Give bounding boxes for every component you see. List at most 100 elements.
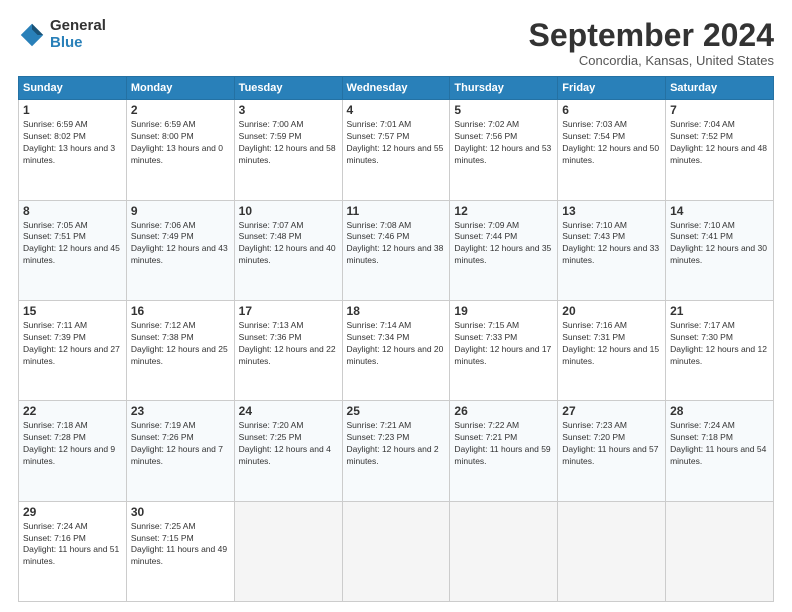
day-number: 18 — [347, 304, 446, 318]
calendar-cell: 27 Sunrise: 7:23 AMSunset: 7:20 PMDayligh… — [558, 401, 666, 501]
calendar-row: 15 Sunrise: 7:11 AMSunset: 7:39 PMDayligh… — [19, 300, 774, 400]
day-info: Sunrise: 7:25 AMSunset: 7:15 PMDaylight:… — [131, 521, 230, 569]
day-number: 15 — [23, 304, 122, 318]
day-number: 1 — [23, 103, 122, 117]
day-number: 14 — [670, 204, 769, 218]
day-info: Sunrise: 7:09 AMSunset: 7:44 PMDaylight:… — [454, 220, 553, 268]
calendar-cell — [342, 501, 450, 601]
calendar-cell: 7 Sunrise: 7:04 AMSunset: 7:52 PMDaylight… — [666, 100, 774, 200]
calendar-cell: 17 Sunrise: 7:13 AMSunset: 7:36 PMDayligh… — [234, 300, 342, 400]
calendar-cell: 8Sunrise: 7:05 AMSunset: 7:51 PMDaylight… — [19, 200, 127, 300]
calendar-row: 1 Sunrise: 6:59 AMSunset: 8:02 PMDaylight… — [19, 100, 774, 200]
day-info: Sunrise: 7:06 AMSunset: 7:49 PMDaylight:… — [131, 220, 230, 268]
logo-blue: Blue — [50, 35, 106, 52]
calendar-cell: 1 Sunrise: 6:59 AMSunset: 8:02 PMDaylight… — [19, 100, 127, 200]
calendar-cell: 2Sunrise: 6:59 AMSunset: 8:00 PMDaylight… — [126, 100, 234, 200]
calendar-cell — [234, 501, 342, 601]
header: General Blue September 2024 Concordia, K… — [18, 18, 774, 68]
day-info: Sunrise: 7:24 AMSunset: 7:18 PMDaylight:… — [670, 420, 769, 468]
day-info: Sunrise: 7:20 AMSunset: 7:25 PMDaylight:… — [239, 420, 338, 468]
calendar-cell: 20 Sunrise: 7:16 AMSunset: 7:31 PMDayligh… — [558, 300, 666, 400]
day-info: Sunrise: 7:07 AMSunset: 7:48 PMDaylight:… — [239, 220, 338, 268]
calendar-cell: 21 Sunrise: 7:17 AMSunset: 7:30 PMDayligh… — [666, 300, 774, 400]
logo-general: General — [50, 18, 106, 35]
col-tuesday: Tuesday — [234, 77, 342, 100]
calendar-cell: 19 Sunrise: 7:15 AMSunset: 7:33 PMDayligh… — [450, 300, 558, 400]
calendar-cell: 15 Sunrise: 7:11 AMSunset: 7:39 PMDayligh… — [19, 300, 127, 400]
day-info: Sunrise: 6:59 AMSunset: 8:00 PMDaylight:… — [131, 119, 230, 167]
day-number: 3 — [239, 103, 338, 117]
calendar-cell: 22 Sunrise: 7:18 AMSunset: 7:28 PMDayligh… — [19, 401, 127, 501]
day-info: Sunrise: 7:22 AMSunset: 7:21 PMDaylight:… — [454, 420, 553, 468]
month-title: September 2024 — [529, 18, 774, 53]
calendar-row: 29 Sunrise: 7:24 AMSunset: 7:16 PMDayligh… — [19, 501, 774, 601]
calendar-cell: 6Sunrise: 7:03 AMSunset: 7:54 PMDaylight… — [558, 100, 666, 200]
day-info: Sunrise: 7:13 AMSunset: 7:36 PMDaylight:… — [239, 320, 338, 368]
calendar-body: 1 Sunrise: 6:59 AMSunset: 8:02 PMDaylight… — [19, 100, 774, 602]
calendar-cell: 5 Sunrise: 7:02 AMSunset: 7:56 PMDaylight… — [450, 100, 558, 200]
day-info: Sunrise: 7:04 AMSunset: 7:52 PMDaylight:… — [670, 119, 769, 167]
calendar-cell: 28 Sunrise: 7:24 AMSunset: 7:18 PMDayligh… — [666, 401, 774, 501]
day-number: 28 — [670, 404, 769, 418]
day-info: Sunrise: 7:24 AMSunset: 7:16 PMDaylight:… — [23, 521, 122, 569]
day-number: 5 — [454, 103, 553, 117]
calendar-cell: 16Sunrise: 7:12 AMSunset: 7:38 PMDayligh… — [126, 300, 234, 400]
day-number: 12 — [454, 204, 553, 218]
day-info: Sunrise: 7:12 AMSunset: 7:38 PMDaylight:… — [131, 320, 230, 368]
day-number: 4 — [347, 103, 446, 117]
calendar-cell: 9Sunrise: 7:06 AMSunset: 7:49 PMDaylight… — [126, 200, 234, 300]
calendar-cell: 24Sunrise: 7:20 AMSunset: 7:25 PMDayligh… — [234, 401, 342, 501]
day-number: 13 — [562, 204, 661, 218]
calendar-cell: 30 Sunrise: 7:25 AMSunset: 7:15 PMDayligh… — [126, 501, 234, 601]
day-info: Sunrise: 7:16 AMSunset: 7:31 PMDaylight:… — [562, 320, 661, 368]
calendar-row: 8Sunrise: 7:05 AMSunset: 7:51 PMDaylight… — [19, 200, 774, 300]
day-number: 23 — [131, 404, 230, 418]
day-number: 26 — [454, 404, 553, 418]
calendar-cell: 29 Sunrise: 7:24 AMSunset: 7:16 PMDayligh… — [19, 501, 127, 601]
day-info: Sunrise: 6:59 AMSunset: 8:02 PMDaylight:… — [23, 119, 122, 167]
day-number: 25 — [347, 404, 446, 418]
day-number: 27 — [562, 404, 661, 418]
day-number: 29 — [23, 505, 122, 519]
day-number: 10 — [239, 204, 338, 218]
day-info: Sunrise: 7:02 AMSunset: 7:56 PMDaylight:… — [454, 119, 553, 167]
day-number: 17 — [239, 304, 338, 318]
calendar-cell: 14Sunrise: 7:10 AMSunset: 7:41 PMDayligh… — [666, 200, 774, 300]
day-number: 19 — [454, 304, 553, 318]
day-info: Sunrise: 7:11 AMSunset: 7:39 PMDaylight:… — [23, 320, 122, 368]
day-info: Sunrise: 7:21 AMSunset: 7:23 PMDaylight:… — [347, 420, 446, 468]
page: General Blue September 2024 Concordia, K… — [0, 0, 792, 612]
calendar-cell: 10 Sunrise: 7:07 AMSunset: 7:48 PMDayligh… — [234, 200, 342, 300]
day-info: Sunrise: 7:03 AMSunset: 7:54 PMDaylight:… — [562, 119, 661, 167]
logo: General Blue — [18, 18, 106, 51]
calendar-cell: 13 Sunrise: 7:10 AMSunset: 7:43 PMDayligh… — [558, 200, 666, 300]
day-info: Sunrise: 7:10 AMSunset: 7:43 PMDaylight:… — [562, 220, 661, 268]
day-info: Sunrise: 7:17 AMSunset: 7:30 PMDaylight:… — [670, 320, 769, 368]
calendar-cell: 26 Sunrise: 7:22 AMSunset: 7:21 PMDayligh… — [450, 401, 558, 501]
day-number: 7 — [670, 103, 769, 117]
col-saturday: Saturday — [666, 77, 774, 100]
col-friday: Friday — [558, 77, 666, 100]
col-wednesday: Wednesday — [342, 77, 450, 100]
day-info: Sunrise: 7:23 AMSunset: 7:20 PMDaylight:… — [562, 420, 661, 468]
day-info: Sunrise: 7:15 AMSunset: 7:33 PMDaylight:… — [454, 320, 553, 368]
calendar-cell: 11Sunrise: 7:08 AMSunset: 7:46 PMDayligh… — [342, 200, 450, 300]
calendar: Sunday Monday Tuesday Wednesday Thursday… — [18, 76, 774, 602]
calendar-cell — [450, 501, 558, 601]
day-number: 30 — [131, 505, 230, 519]
day-number: 11 — [347, 204, 446, 218]
col-monday: Monday — [126, 77, 234, 100]
calendar-header: Sunday Monday Tuesday Wednesday Thursday… — [19, 77, 774, 100]
day-number: 22 — [23, 404, 122, 418]
day-info: Sunrise: 7:05 AMSunset: 7:51 PMDaylight:… — [23, 220, 122, 268]
location: Concordia, Kansas, United States — [529, 53, 774, 68]
calendar-cell — [666, 501, 774, 601]
title-section: September 2024 Concordia, Kansas, United… — [529, 18, 774, 68]
day-number: 21 — [670, 304, 769, 318]
day-number: 20 — [562, 304, 661, 318]
calendar-cell: 3Sunrise: 7:00 AMSunset: 7:59 PMDaylight… — [234, 100, 342, 200]
day-info: Sunrise: 7:18 AMSunset: 7:28 PMDaylight:… — [23, 420, 122, 468]
col-sunday: Sunday — [19, 77, 127, 100]
calendar-cell: 18Sunrise: 7:14 AMSunset: 7:34 PMDayligh… — [342, 300, 450, 400]
calendar-cell: 25 Sunrise: 7:21 AMSunset: 7:23 PMDayligh… — [342, 401, 450, 501]
